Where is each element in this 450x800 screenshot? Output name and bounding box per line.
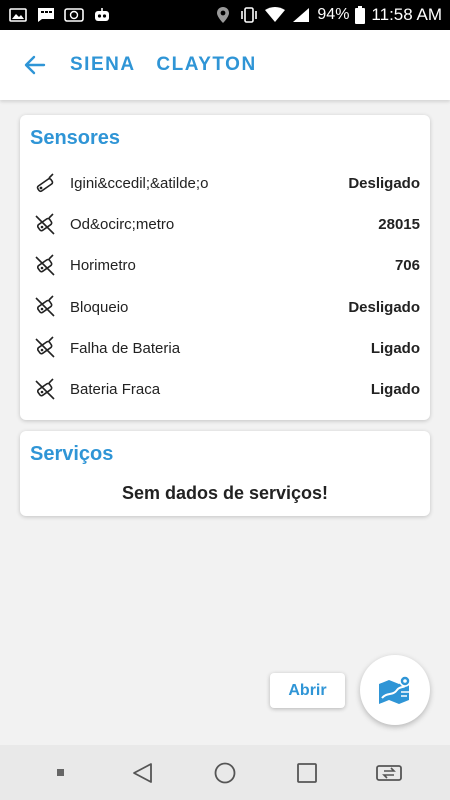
- sensor-value: 28015: [378, 216, 420, 234]
- nav-recents-button[interactable]: [292, 758, 322, 788]
- status-bar: 94% 11:58 AM: [0, 0, 450, 30]
- servicos-card: Serviços Sem dados de serviços!: [20, 431, 430, 516]
- sensor-cross-icon: [32, 212, 58, 238]
- sensor-value: Desligado: [348, 175, 420, 193]
- message-notification-icon: [36, 7, 56, 23]
- ignition-key-icon: [32, 171, 58, 197]
- sensor-label: Falha de Bateria: [70, 339, 181, 357]
- page-title: SIENA CLAYTON: [70, 54, 257, 75]
- sensor-row: Falha de Bateria Ligado: [20, 328, 430, 369]
- arrow-left-icon: [24, 55, 46, 75]
- sensor-row: Horimetro 706: [20, 245, 430, 286]
- back-button[interactable]: [0, 30, 70, 100]
- sensores-title: Sensores: [30, 127, 121, 149]
- system-nav-bar: [0, 745, 450, 800]
- nav-back-button[interactable]: [128, 758, 158, 788]
- wifi-icon: [265, 7, 286, 23]
- square-recents-icon: [297, 762, 317, 783]
- switch-apps-icon: [376, 764, 402, 781]
- signal-icon: [291, 7, 311, 23]
- sensor-list: Igini&ccedil;&atilde;o Desligado Od&ocirc;…: [20, 163, 430, 410]
- sensor-label: Horimetro: [70, 257, 136, 275]
- sensor-label: Bateria Fraca: [70, 381, 161, 399]
- sensor-value: 706: [394, 257, 420, 275]
- image-notification-icon: [8, 7, 28, 23]
- lg-notification-icon: [64, 7, 84, 23]
- sensor-row: Igini&ccedil;&atilde;o Desligado: [20, 163, 430, 204]
- app-bar: SIENA CLAYTON: [0, 30, 450, 100]
- sensor-label: Bloqueio: [70, 298, 129, 316]
- route-map-fab[interactable]: [360, 655, 430, 725]
- servicos-empty-message: Sem dados de serviços!: [121, 483, 329, 503]
- sensor-value: Desligado: [348, 298, 420, 316]
- sensor-cross-icon: [32, 335, 58, 361]
- sensor-label: Od&ocirc;metro: [70, 216, 175, 234]
- sensor-value: Ligado: [370, 381, 420, 399]
- battery-percent: 94%: [317, 6, 350, 23]
- location-icon: [213, 7, 233, 23]
- status-notifications: [8, 7, 112, 23]
- status-system: 94% 11:58 AM: [213, 5, 442, 25]
- triangle-back-icon: [133, 762, 152, 783]
- sensor-cross-icon: [32, 253, 58, 279]
- vibrate-icon: [239, 7, 259, 23]
- abrir-button[interactable]: Abrir: [270, 673, 345, 708]
- sensor-label: Igini&ccedil;&atilde;o: [70, 175, 209, 193]
- nav-switch-button[interactable]: [374, 758, 404, 788]
- circle-home-icon: [214, 762, 236, 783]
- route-map-icon: [379, 675, 411, 704]
- sensor-row: Bateria Fraca Ligado: [20, 369, 430, 410]
- sensores-card: Sensores Igini&ccedil;&atilde;o Desligado…: [20, 115, 430, 420]
- clock: 11:58 AM: [371, 5, 442, 24]
- sensor-cross-icon: [32, 294, 58, 320]
- small-square-icon: [57, 768, 64, 776]
- nav-home-button[interactable]: [210, 758, 240, 788]
- sensor-row: Bloqueio Desligado: [20, 287, 430, 328]
- sensor-cross-icon: [32, 377, 58, 403]
- servicos-title: Serviços: [30, 443, 114, 465]
- sensor-value: Ligado: [370, 339, 420, 357]
- robot-notification-icon: [92, 7, 112, 23]
- nav-dot-button[interactable]: [46, 758, 76, 788]
- sensor-row: Od&ocirc;metro 28015: [20, 204, 430, 245]
- battery-icon: [355, 6, 366, 24]
